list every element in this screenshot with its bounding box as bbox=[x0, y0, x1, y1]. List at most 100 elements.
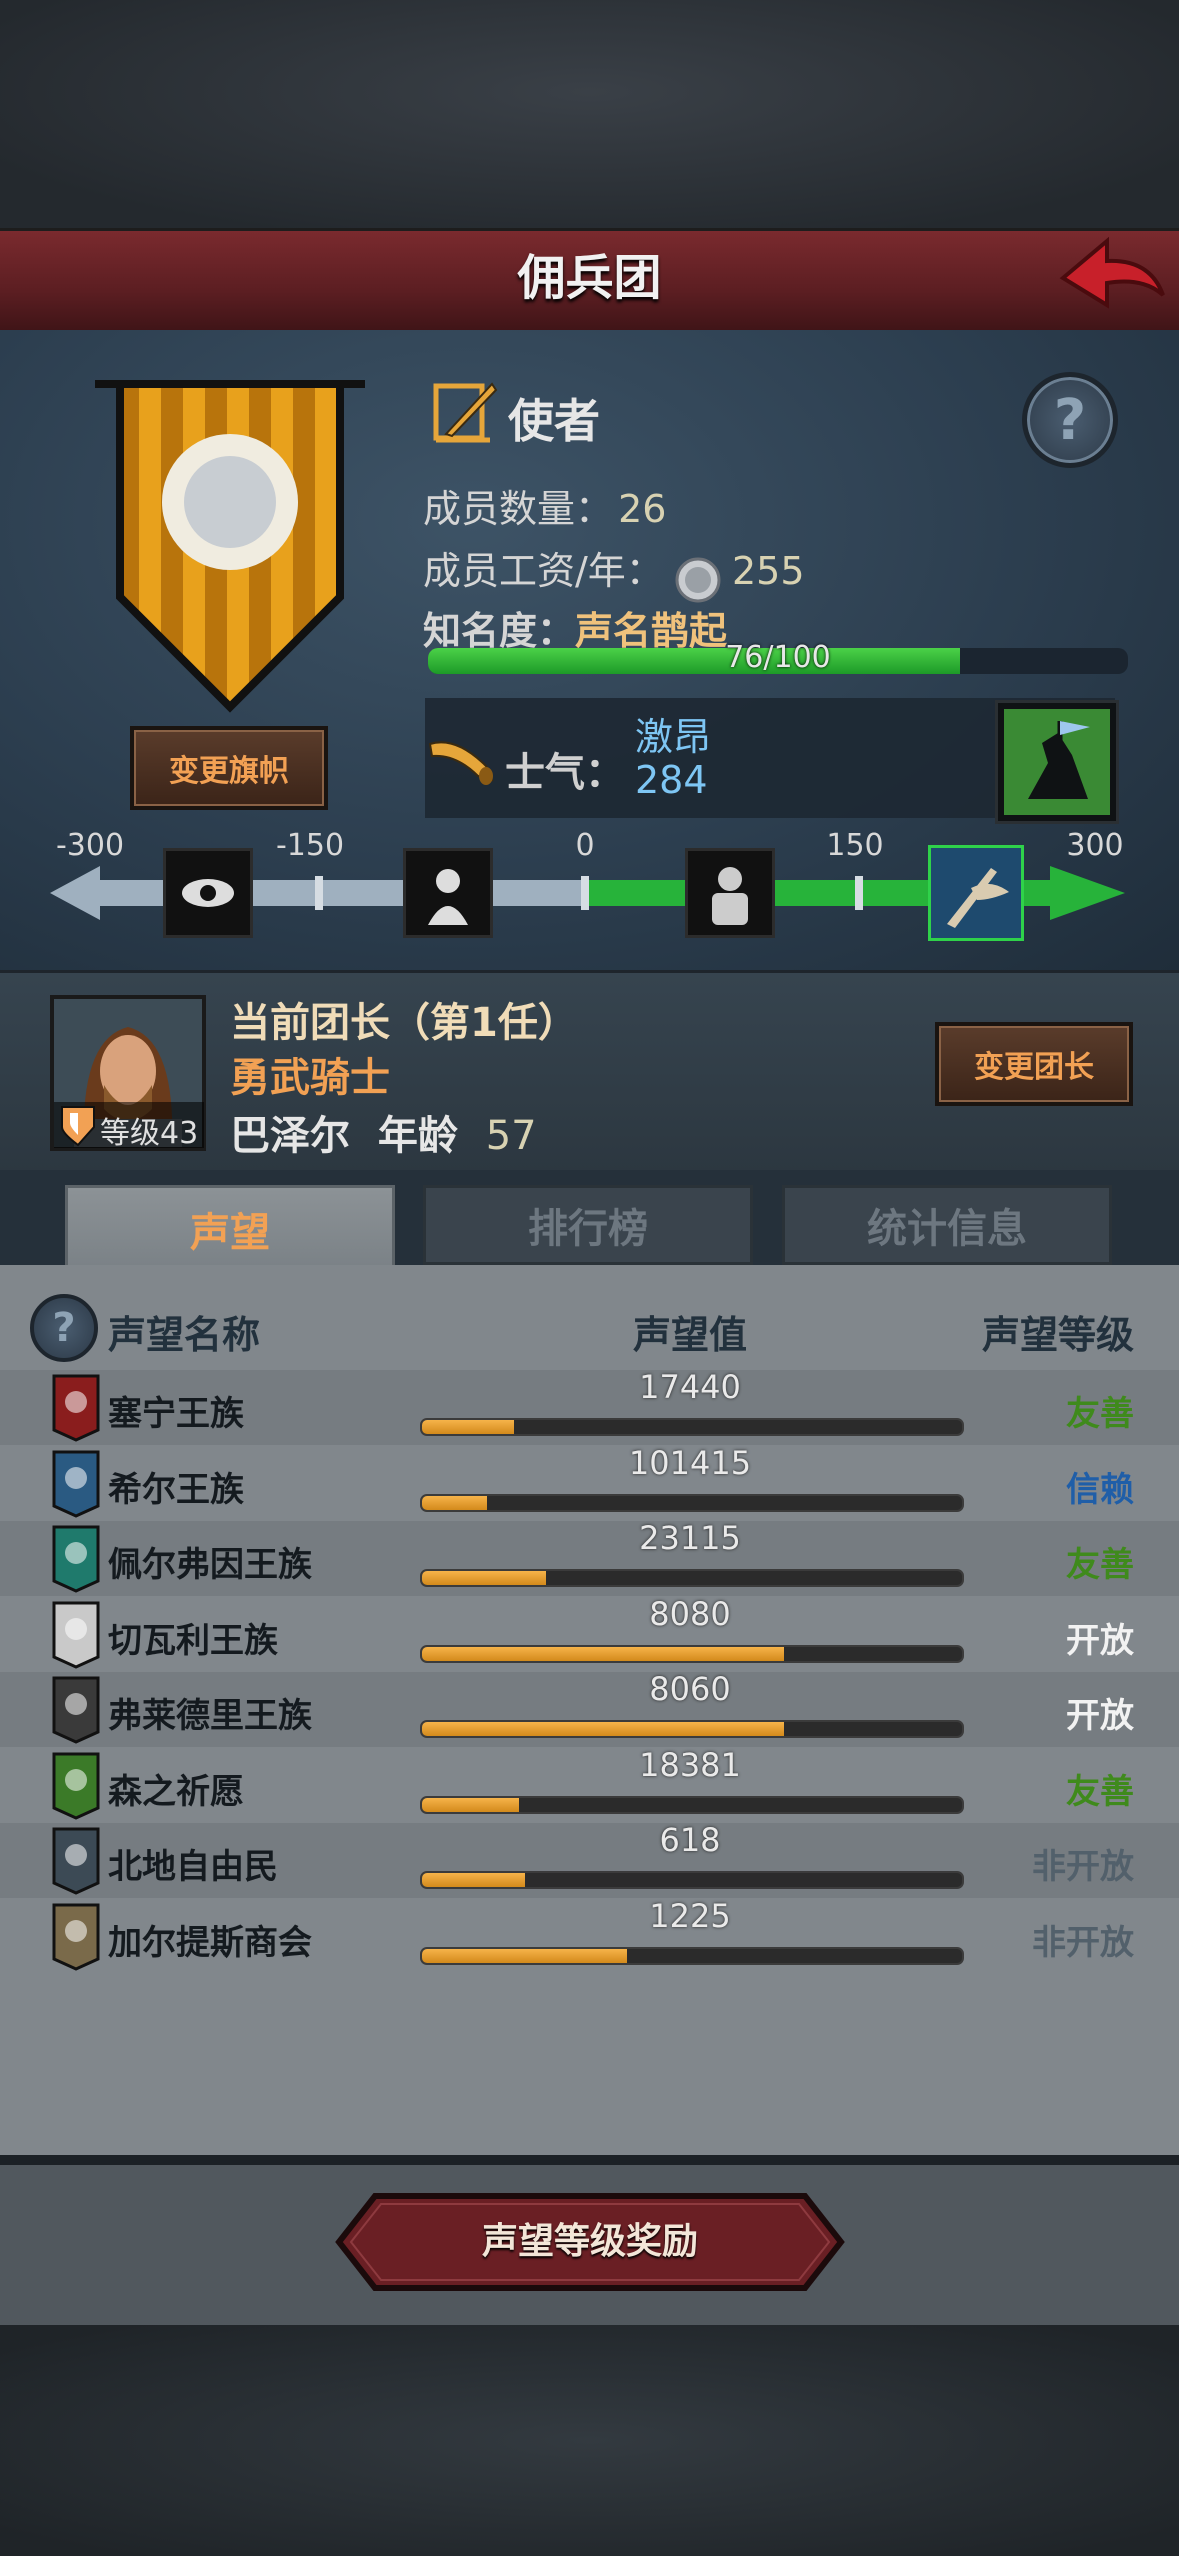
members-value: 26 bbox=[618, 487, 667, 531]
reputation-bar bbox=[420, 1946, 964, 1965]
leader-class: 勇武骑士 bbox=[230, 1055, 390, 1101]
reputation-level: 非开放 bbox=[1032, 1922, 1134, 1963]
tab-reputation[interactable]: 声望 bbox=[65, 1185, 395, 1270]
back-button[interactable] bbox=[1055, 233, 1170, 323]
faction-name: 希尔王族 bbox=[108, 1469, 244, 1510]
reputation-bar-fill bbox=[422, 1948, 628, 1963]
morale-label: 士气： bbox=[505, 750, 625, 796]
column-header-name: 声望名称 bbox=[108, 1313, 261, 1357]
reputation-bar bbox=[420, 1493, 964, 1512]
reputation-bar-fill bbox=[422, 1722, 784, 1736]
reputation-level: 信赖 bbox=[1066, 1469, 1134, 1510]
blue-skull-banner-icon bbox=[52, 1450, 100, 1518]
leader-level: 等级43 bbox=[100, 1116, 199, 1151]
reputation-level: 友善 bbox=[1066, 1545, 1134, 1585]
leader-age: 57 bbox=[485, 1113, 537, 1159]
members-row: 成员数量： 26 bbox=[423, 478, 666, 533]
reputation-bar-fill bbox=[422, 1420, 514, 1434]
reputation-value: 8080 bbox=[649, 1594, 731, 1633]
shield-icon bbox=[61, 1106, 95, 1147]
reputation-help-button[interactable]: ? bbox=[30, 1294, 98, 1362]
tab-statistics[interactable]: 统计信息 bbox=[782, 1185, 1112, 1265]
reputation-bar-fill bbox=[422, 1873, 525, 1887]
members-label: 成员数量： bbox=[423, 487, 614, 531]
faction-name: 佩尔弗因王族 bbox=[108, 1545, 312, 1585]
table-row[interactable]: 弗莱德里王族 8060 开放 bbox=[0, 1670, 1179, 1747]
fame-progress-text: 76/100 bbox=[725, 640, 831, 675]
faction-name: 塞宁王族 bbox=[108, 1394, 244, 1434]
despair-eye-icon[interactable] bbox=[163, 848, 253, 938]
reputation-level: 开放 bbox=[1066, 1696, 1134, 1736]
inspired-banner-icon[interactable] bbox=[928, 845, 1024, 941]
reputation-bar bbox=[420, 1644, 964, 1663]
top-background bbox=[0, 0, 1179, 230]
company-rank: 使者 bbox=[508, 394, 600, 448]
company-banner bbox=[95, 372, 365, 717]
scales-banner-icon bbox=[52, 1601, 100, 1669]
reputation-bar bbox=[420, 1795, 964, 1814]
reputation-value: 1225 bbox=[649, 1896, 731, 1935]
faction-name: 弗莱德里王族 bbox=[108, 1696, 312, 1736]
divider bbox=[0, 2155, 1179, 2165]
column-header-value: 声望值 bbox=[632, 1313, 747, 1357]
chest-banner-icon bbox=[52, 1903, 100, 1971]
table-row[interactable]: 加尔提斯商会 1225 非开放 bbox=[0, 1896, 1179, 1974]
table-row[interactable]: 森之祈愿 18381 友善 bbox=[0, 1745, 1179, 1823]
change-leader-button[interactable]: 变更团长 bbox=[935, 1022, 1133, 1106]
victory-flag-icon[interactable] bbox=[995, 700, 1119, 824]
table-row[interactable]: 佩尔弗因王族 23115 友善 bbox=[0, 1519, 1179, 1596]
salary-label: 成员工资/年： bbox=[423, 549, 664, 593]
table-row[interactable]: 希尔王族 101415 信赖 bbox=[0, 1443, 1179, 1521]
back-arrow-icon bbox=[1059, 236, 1165, 309]
faction-name: 加尔提斯商会 bbox=[108, 1922, 312, 1963]
page-title: 佣兵团 bbox=[517, 250, 662, 306]
leader-title: 当前团长（第1任） bbox=[230, 1000, 578, 1046]
silver-coin-icon bbox=[675, 557, 721, 602]
reputation-value: 17440 bbox=[639, 1368, 741, 1406]
reputation-value: 618 bbox=[659, 1821, 721, 1859]
reputation-value: 101415 bbox=[628, 1443, 752, 1482]
table-row[interactable]: 塞宁王族 17440 友善 bbox=[0, 1368, 1179, 1445]
leader-age-label: 年龄 bbox=[377, 1113, 458, 1159]
question-mark-icon: ? bbox=[1053, 387, 1087, 453]
reputation-level: 开放 bbox=[1066, 1620, 1134, 1661]
red-dragon-banner-icon bbox=[52, 1374, 100, 1442]
morale-state: 激昂 bbox=[635, 715, 712, 759]
bottom-background bbox=[0, 2325, 1179, 2556]
reputation-bar-fill bbox=[422, 1571, 547, 1585]
teal-moon-banner-icon bbox=[52, 1525, 100, 1593]
sun-banner-icon bbox=[95, 380, 365, 713]
reputation-bar-fill bbox=[422, 1495, 487, 1510]
reputation-value: 18381 bbox=[639, 1745, 741, 1784]
wolf-banner-icon bbox=[52, 1676, 100, 1744]
leader-name-row: 巴泽尔 年龄 57 bbox=[230, 1103, 537, 1161]
faction-name: 森之祈愿 bbox=[108, 1771, 244, 1812]
reputation-value: 8060 bbox=[649, 1670, 731, 1708]
leader-name: 巴泽尔 bbox=[230, 1113, 350, 1159]
salary-row: 成员工资/年： 255 bbox=[423, 540, 805, 603]
reputation-value: 23115 bbox=[639, 1519, 741, 1557]
faction-name: 切瓦利王族 bbox=[108, 1620, 278, 1661]
reputation-level: 非开放 bbox=[1032, 1847, 1134, 1887]
change-banner-button[interactable]: 变更旗帜 bbox=[130, 726, 328, 810]
horned-helm-banner-icon bbox=[52, 1827, 100, 1895]
tree-banner-icon bbox=[52, 1752, 100, 1820]
reputation-bar bbox=[420, 1569, 964, 1587]
tab-ranking[interactable]: 排行榜 bbox=[423, 1185, 753, 1265]
table-row[interactable]: 切瓦利王族 8080 开放 bbox=[0, 1594, 1179, 1672]
fear-figure-icon[interactable] bbox=[403, 848, 493, 938]
reputation-bar bbox=[420, 1418, 964, 1436]
reputation-level: 友善 bbox=[1066, 1771, 1134, 1812]
table-row[interactable]: 北地自由民 618 非开放 bbox=[0, 1821, 1179, 1898]
help-button[interactable]: ? bbox=[1022, 372, 1118, 468]
calm-figure-icon[interactable] bbox=[685, 848, 775, 938]
reputation-bar-fill bbox=[422, 1797, 520, 1812]
reputation-bar-fill bbox=[422, 1646, 784, 1661]
quill-icon bbox=[430, 376, 500, 446]
column-header-level: 声望等级 bbox=[981, 1313, 1134, 1357]
question-mark-icon: ? bbox=[52, 1305, 76, 1351]
morale-value: 284 bbox=[635, 758, 708, 802]
reputation-bar bbox=[420, 1720, 964, 1738]
reputation-level: 友善 bbox=[1066, 1394, 1134, 1434]
reputation-bar bbox=[420, 1871, 964, 1889]
